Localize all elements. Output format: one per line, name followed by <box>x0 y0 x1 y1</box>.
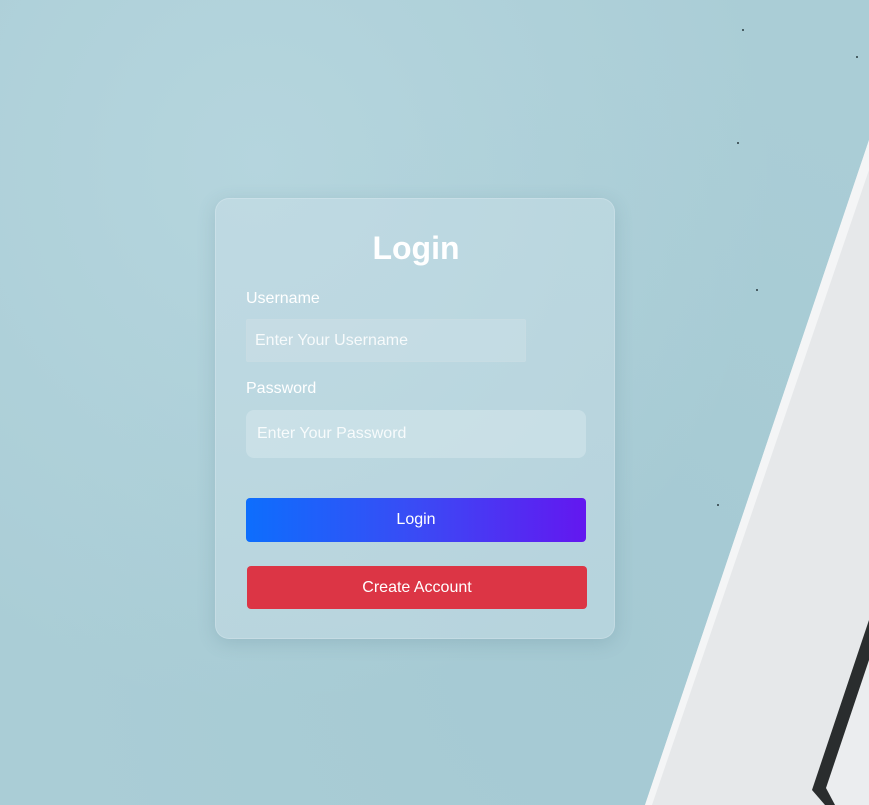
password-input[interactable] <box>246 410 586 458</box>
password-label: Password <box>246 380 317 397</box>
login-title: Login <box>372 230 460 266</box>
create-account-button[interactable]: Create Account <box>247 566 587 609</box>
username-input[interactable] <box>246 319 526 362</box>
login-card: Login Username Password Login Create Acc… <box>215 198 615 639</box>
username-label: Username <box>246 290 320 307</box>
login-button[interactable]: Login <box>246 498 586 542</box>
